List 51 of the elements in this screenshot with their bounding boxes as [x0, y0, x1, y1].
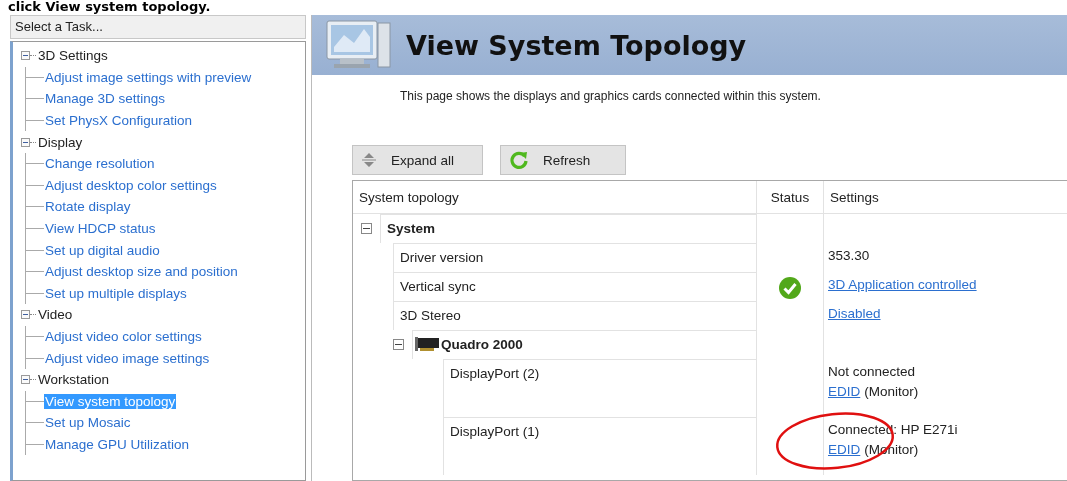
category-label[interactable]: Video	[38, 307, 73, 323]
page-description: This page shows the displays and graphics cards connected within this system.	[400, 89, 822, 103]
column-header[interactable]: System topology	[359, 189, 459, 205]
task-link[interactable]: Adjust video image settings	[44, 350, 211, 366]
column-header[interactable]: Status	[770, 189, 810, 205]
page-title: View System Topology	[406, 29, 747, 61]
setting-link[interactable]: Disabled	[828, 306, 881, 326]
panel-title: Select a Task...	[10, 15, 306, 39]
column-header[interactable]: Settings	[830, 189, 879, 205]
setting-value: Not connected	[828, 364, 916, 381]
task-link[interactable]: Manage GPU Utilization	[44, 437, 191, 452]
expand-collapse-icon	[361, 152, 377, 168]
task-link[interactable]: Rotate display	[44, 199, 132, 215]
task-link[interactable]: Set up digital audio	[44, 242, 161, 258]
task-link[interactable]: Set up multiple displays	[44, 285, 188, 301]
expand-all-button[interactable]: Expand all	[352, 145, 483, 175]
collapse-icon[interactable]	[393, 339, 404, 350]
topology-item: Quadro 2000	[441, 337, 523, 352]
category-label[interactable]: 3D Settings	[38, 48, 108, 64]
topology-item: DisplayPort (1)	[450, 424, 540, 439]
topology-item: Driver version	[400, 250, 484, 265]
setting-link[interactable]: 3D Application controlled	[828, 277, 977, 297]
topology-item: Vertical sync	[400, 279, 476, 294]
task-link[interactable]: Set PhysX Configuration	[44, 113, 194, 129]
setting-value: 353.30	[828, 248, 870, 265]
collapse-icon[interactable]	[21, 137, 30, 147]
topology-item: DisplayPort (2)	[450, 366, 540, 381]
task-link[interactable]: Manage 3D settings	[44, 91, 167, 107]
setting-link[interactable]: EDID	[828, 442, 861, 462]
setting-value: (Monitor)	[864, 384, 919, 401]
task-link[interactable]: Adjust desktop color settings	[44, 177, 218, 193]
collapse-icon[interactable]	[21, 51, 30, 61]
task-link[interactable]: Set up Mosaic	[44, 415, 132, 431]
graphics-card-icon	[415, 337, 439, 351]
task-link[interactable]: Change resolution	[44, 156, 156, 172]
task-link[interactable]: Adjust video color settings	[44, 329, 203, 344]
collapse-icon[interactable]	[21, 375, 30, 385]
instruction-caption: click View system topology.	[7, 0, 211, 15]
collapse-icon[interactable]	[361, 223, 372, 234]
topology-item: 3D Stereo	[400, 308, 461, 323]
setting-link[interactable]: EDID	[828, 384, 861, 404]
task-link[interactable]: Adjust image settings with preview	[44, 69, 253, 85]
category-label[interactable]: Display	[38, 134, 83, 150]
topology-item: System	[387, 221, 436, 236]
task-link[interactable]: View system topology	[44, 393, 177, 409]
task-link[interactable]: Adjust desktop size and position	[44, 264, 239, 280]
category-label[interactable]: Workstation	[38, 372, 110, 388]
task-link[interactable]: View HDCP status	[44, 221, 157, 237]
refresh-button[interactable]: Refresh	[500, 145, 626, 175]
collapse-icon[interactable]	[21, 310, 30, 320]
refresh-icon	[509, 150, 529, 170]
